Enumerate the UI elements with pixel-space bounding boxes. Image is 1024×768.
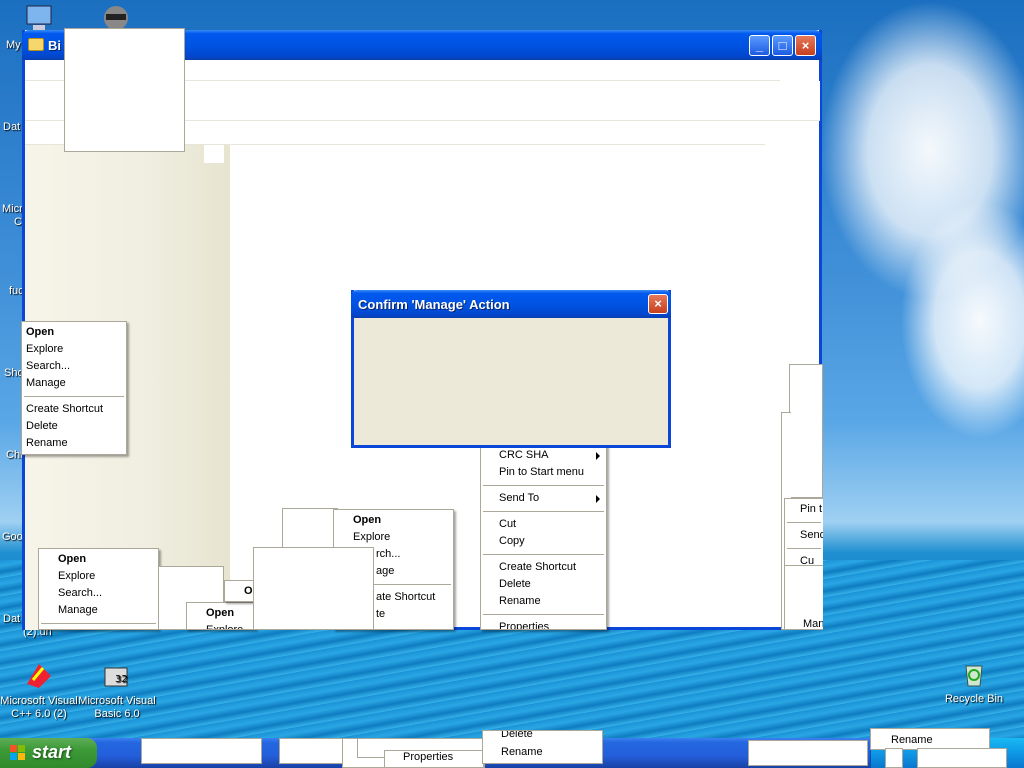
menu-separator: [483, 554, 604, 555]
menu-item-label: CRC SHA: [499, 449, 549, 461]
menu-separator: [483, 614, 604, 615]
desktop-icon-recycle-bin[interactable]: Recycle Bin: [944, 658, 1004, 706]
desktop-label: Dat: [3, 613, 21, 625]
menu-fragment[interactable]: Properties: [384, 750, 484, 768]
menu-item-pin-to-start[interactable]: Pin t: [785, 501, 823, 518]
menu-item-send-to[interactable]: Send: [785, 527, 823, 544]
context-menu-far-right-lower[interactable]: Man: [784, 565, 823, 630]
menu-item-open[interactable]: Open: [22, 324, 126, 341]
blank-popup: [204, 145, 224, 163]
menu-item-delete[interactable]: Delete: [481, 576, 606, 593]
window-title: Bi: [48, 38, 61, 53]
menu-item-delete[interactable]: Delete: [22, 418, 126, 435]
blank-popup: [789, 364, 823, 498]
context-menu-left[interactable]: Open Explore Search... Manage Create Sho…: [21, 321, 127, 455]
menu-item-delete[interactable]: Delete: [501, 731, 602, 741]
desktop-icon-label: Microsoft Visual Basic 6.0: [78, 695, 156, 720]
start-label: start: [32, 742, 72, 762]
blank-popup: [282, 508, 338, 550]
menu-item-pin-to-start[interactable]: Pin to Start menu: [481, 464, 606, 481]
menu-item-explore[interactable]: Explore: [39, 568, 158, 585]
desktop-icon-visual-basic[interactable]: 32 Microsoft Visual Basic 6.0: [78, 660, 156, 721]
menu-item-manage[interactable]: Manage: [22, 375, 126, 392]
desktop-label: My: [6, 39, 21, 51]
menu-item-open[interactable]: O: [225, 583, 255, 600]
dialog-title: Confirm 'Manage' Action: [358, 297, 510, 312]
menu-separator: [41, 623, 156, 624]
submenu-arrow-icon: [596, 452, 600, 460]
taskbar-button[interactable]: [748, 740, 868, 766]
maximize-button[interactable]: □: [772, 35, 793, 56]
blank-popup: [253, 547, 374, 630]
menu-separator: [24, 396, 124, 397]
dialog-close-button[interactable]: ×: [648, 294, 668, 314]
menu-item-explore[interactable]: Explore: [334, 529, 453, 546]
context-menu-bottom-left[interactable]: Open Explore Search... Manage: [38, 548, 159, 630]
menu-item-copy[interactable]: Copy: [481, 533, 606, 550]
start-button[interactable]: start: [0, 738, 97, 768]
desktop-icon-label: Recycle Bin: [944, 693, 1004, 705]
close-button[interactable]: ×: [795, 35, 816, 56]
menu-item-rename[interactable]: Rename: [481, 593, 606, 610]
menu-item-crc-sha[interactable]: CRC SHA: [481, 447, 606, 464]
context-menu-far-right[interactable]: Pin t Send Cu: [784, 498, 823, 570]
menu-item-create-shortcut[interactable]: Create Shortcut: [22, 401, 126, 418]
menu-fragment[interactable]: Rename: [870, 728, 990, 750]
menu-separator: [787, 548, 821, 549]
desktop-label: Dat: [3, 121, 21, 133]
windows-logo-icon: [10, 745, 25, 760]
menu-item-search[interactable]: Search...: [22, 358, 126, 375]
menu-item-manage[interactable]: Man: [785, 616, 823, 629]
context-menu-right[interactable]: CRC SHA Pin to Start menu Send To Cut Co…: [480, 444, 607, 630]
desktop-icon-visual-cpp[interactable]: Microsoft Visual C++ 6.0 (2): [0, 660, 78, 721]
menu-item-rename[interactable]: Rename: [22, 435, 126, 452]
blank-popup: [64, 28, 185, 152]
menu-item-properties[interactable]: Properties: [403, 751, 453, 763]
menu-item-open[interactable]: Open: [187, 605, 255, 622]
menu-item-rename[interactable]: Rename: [501, 746, 602, 758]
menu-separator: [483, 511, 604, 512]
desktop-label: Goo: [2, 531, 23, 543]
visual-basic-icon: 32: [104, 667, 128, 687]
context-menu-small-o[interactable]: O: [224, 580, 256, 602]
menu-item-create-shortcut[interactable]: Create Shortcut: [481, 559, 606, 576]
visual-cpp-icon: [27, 664, 51, 688]
menu-fragment[interactable]: Delete Rename: [482, 730, 603, 764]
submenu-arrow-icon: [596, 495, 600, 503]
menu-fragment[interactable]: [917, 748, 1007, 768]
menu-separator: [787, 522, 821, 523]
menu-item-cut[interactable]: Cut: [481, 516, 606, 533]
menu-item-rename[interactable]: Rename: [891, 734, 933, 746]
desktop-label: C: [14, 216, 22, 228]
menu-item-open[interactable]: Open: [39, 551, 158, 568]
context-menu-small[interactable]: Open Explore: [186, 602, 256, 630]
taskbar-button[interactable]: [141, 738, 262, 764]
menu-item-explore[interactable]: Explore: [187, 622, 255, 629]
menu-item-search[interactable]: Search...: [39, 585, 158, 602]
desktop-icon-label: Microsoft Visual C++ 6.0 (2): [0, 695, 78, 720]
menu-item-label: Send To: [499, 492, 540, 504]
menu-item-open[interactable]: Open: [334, 512, 453, 529]
folder-icon: [28, 38, 44, 51]
cloud: [900, 200, 1024, 440]
svg-text:32: 32: [115, 674, 128, 685]
dialog-titlebar[interactable]: Confirm 'Manage' Action ×: [351, 290, 671, 318]
recycle-bin-icon: [965, 665, 983, 687]
menu-item-manage[interactable]: Manage: [39, 602, 158, 619]
menu-fragment[interactable]: [885, 748, 903, 768]
confirm-dialog[interactable]: Confirm 'Manage' Action ×: [351, 290, 671, 448]
menu-item-properties[interactable]: Properties: [481, 619, 606, 629]
menu-separator: [483, 485, 604, 486]
menu-item-send-to[interactable]: Send To: [481, 490, 606, 507]
minimize-button[interactable]: _: [749, 35, 770, 56]
menu-item-explore[interactable]: Explore: [22, 341, 126, 358]
